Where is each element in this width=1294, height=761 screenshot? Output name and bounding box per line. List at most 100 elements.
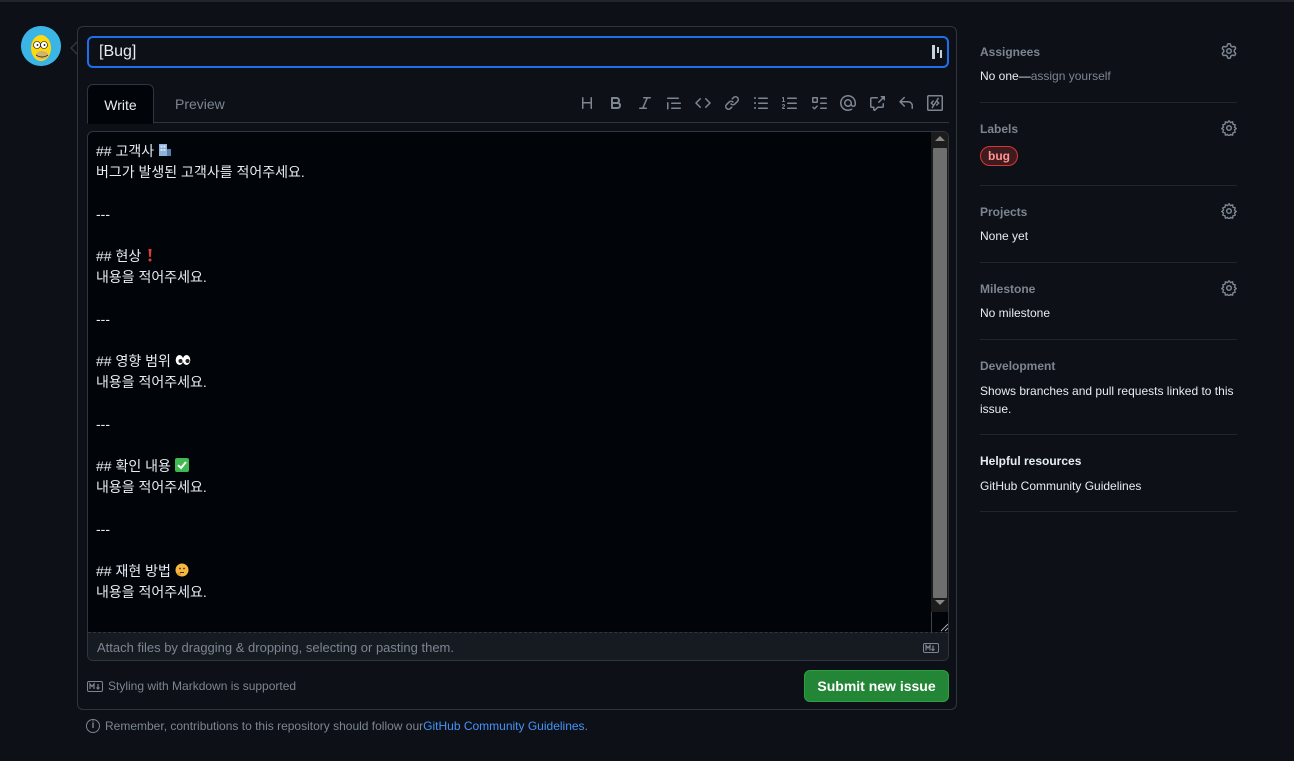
labels-gear-icon[interactable] <box>1220 119 1238 138</box>
body-line: 내용을 적어주세요. <box>96 582 923 603</box>
task-list-icon[interactable] <box>804 91 833 115</box>
markdown-toolbar <box>572 91 949 115</box>
assignees-gear-icon[interactable] <box>1221 43 1237 59</box>
milestone-gear-icon[interactable] <box>1220 279 1238 298</box>
heading-icon[interactable] <box>572 91 601 115</box>
projects-section: Projects None yet <box>980 186 1238 263</box>
milestone-value: No milestone <box>980 306 1051 320</box>
markdown-support-text: Styling with Markdown is supported <box>108 679 297 693</box>
issue-title-input[interactable] <box>87 36 949 68</box>
reminder-suffix: . <box>584 719 588 733</box>
code-icon[interactable] <box>688 91 717 115</box>
projects-heading: Projects <box>980 205 1028 219</box>
check-mark-icon <box>174 457 189 478</box>
milestone-heading: Milestone <box>980 282 1036 296</box>
bold-icon[interactable] <box>601 91 630 115</box>
milestone-section: Milestone No milestone <box>980 263 1238 340</box>
new-issue-form: Write Preview ## 고객사버그가 발생된 고객사를 적어주세요. -… <box>77 26 957 710</box>
body-line: ## 재현 방법 <box>96 561 923 582</box>
assign-yourself-link[interactable]: assign yourself <box>1031 69 1111 83</box>
scroll-down-arrow[interactable] <box>935 600 945 605</box>
eyes-icon <box>175 352 191 373</box>
form-footer: Styling with Markdown is supported Submi… <box>87 669 949 703</box>
body-line-text: ## 현상 <box>96 248 142 264</box>
body-line-text: 내용을 적어주세요. <box>96 374 207 390</box>
helpful-resources-section: Helpful resources GitHub Community Guide… <box>980 435 1237 512</box>
italic-icon[interactable] <box>630 91 659 115</box>
body-line: --- <box>96 309 923 330</box>
slash-command-icon[interactable] <box>920 91 949 115</box>
issue-sidebar: Assignees No one—assign yourself Labels … <box>980 26 1238 512</box>
body-line-text: --- <box>96 206 110 222</box>
reply-icon[interactable] <box>891 91 920 115</box>
resize-handle[interactable] <box>931 612 948 632</box>
development-value: Shows branches and pull requests linked … <box>980 384 1234 416</box>
body-line: --- <box>96 519 923 540</box>
cross-reference-icon[interactable] <box>862 91 891 115</box>
scroll-thumb[interactable] <box>933 148 947 598</box>
development-heading: Development <box>980 359 1056 373</box>
labels-section: Labels bug <box>980 103 1238 186</box>
exclamation-icon <box>145 247 155 268</box>
body-line: --- <box>96 414 923 435</box>
label-bug[interactable]: bug <box>980 146 1018 166</box>
attach-files-hint: Attach files by dragging & dropping, sel… <box>97 640 454 655</box>
reminder-text: Remember, contributions to this reposito… <box>105 719 424 733</box>
attach-files-bar[interactable]: Attach files by dragging & dropping, sel… <box>88 632 948 660</box>
markdown-icon <box>923 643 939 653</box>
body-line-text: ## 고객사 <box>96 143 155 159</box>
helpful-resources-heading: Helpful resources <box>980 454 1082 468</box>
link-icon[interactable] <box>717 91 746 115</box>
assignees-none: No one— <box>980 69 1031 83</box>
body-line-text: 내용을 적어주세요. <box>96 584 207 600</box>
body-line: --- <box>96 204 923 225</box>
projects-gear-icon[interactable] <box>1220 202 1238 221</box>
projects-value: None yet <box>980 229 1029 243</box>
body-line-text: ## 확인 내용 <box>96 458 171 474</box>
assignees-value: No one—assign yourself <box>980 67 1237 85</box>
thinking-face-icon <box>175 562 189 583</box>
body-line-text: 내용을 적어주세요. <box>96 479 207 495</box>
development-section: Development Shows branches and pull requ… <box>980 340 1237 435</box>
body-line-text: 버그가 발생된 고객사를 적어주세요. <box>96 164 305 180</box>
body-line: 내용을 적어주세요. <box>96 267 923 288</box>
labels-list: bug <box>980 146 1237 166</box>
body-line: 버그가 발생된 고객사를 적어주세요. <box>96 162 923 183</box>
quote-icon[interactable] <box>659 91 688 115</box>
editor-tab-bar: Write Preview <box>87 83 949 124</box>
submit-new-issue-button[interactable]: Submit new issue <box>804 670 949 702</box>
body-line-text: 내용을 적어주세요. <box>96 269 207 285</box>
body-line: ## 현상 <box>96 246 923 267</box>
markdown-icon <box>87 680 103 692</box>
body-line: ## 고객사 <box>96 141 923 162</box>
body-line-text: ## 영향 범위 <box>96 353 171 369</box>
labels-heading: Labels <box>980 122 1019 136</box>
community-guidelines-link[interactable]: GitHub Community Guidelines <box>423 719 584 733</box>
info-icon: i <box>86 719 100 733</box>
body-line: 내용을 적어주세요. <box>96 477 923 498</box>
body-line: ## 확인 내용 <box>96 456 923 477</box>
tab-write[interactable]: Write <box>87 84 154 124</box>
body-line <box>96 393 923 414</box>
body-line <box>96 540 923 561</box>
editor-scrollbar[interactable] <box>931 132 948 632</box>
issue-body-editor[interactable]: ## 고객사버그가 발생된 고객사를 적어주세요. --- ## 현상내용을 적어주… <box>87 131 949 661</box>
top-divider <box>0 0 1294 2</box>
unordered-list-icon[interactable] <box>746 91 775 115</box>
issue-body-textarea[interactable]: ## 고객사버그가 발생된 고객사를 적어주세요. --- ## 현상내용을 적어주… <box>88 132 931 632</box>
helpful-guidelines-link[interactable]: GitHub Community Guidelines <box>980 477 1237 495</box>
password-manager-icon[interactable] <box>931 44 943 60</box>
body-line <box>96 435 923 456</box>
assignees-section: Assignees No one—assign yourself <box>980 26 1237 103</box>
body-line: ## 영향 범위 <box>96 351 923 372</box>
body-line-text: --- <box>96 416 110 432</box>
mention-icon[interactable] <box>833 91 862 115</box>
body-line-text: --- <box>96 521 110 537</box>
body-line <box>96 183 923 204</box>
body-line-text: ## 재현 방법 <box>96 563 171 579</box>
ordered-list-icon[interactable] <box>775 91 804 115</box>
markdown-support-hint[interactable]: Styling with Markdown is supported <box>87 679 296 693</box>
scroll-up-arrow[interactable] <box>935 136 945 141</box>
user-avatar[interactable] <box>21 26 61 66</box>
tab-preview[interactable]: Preview <box>159 84 241 124</box>
